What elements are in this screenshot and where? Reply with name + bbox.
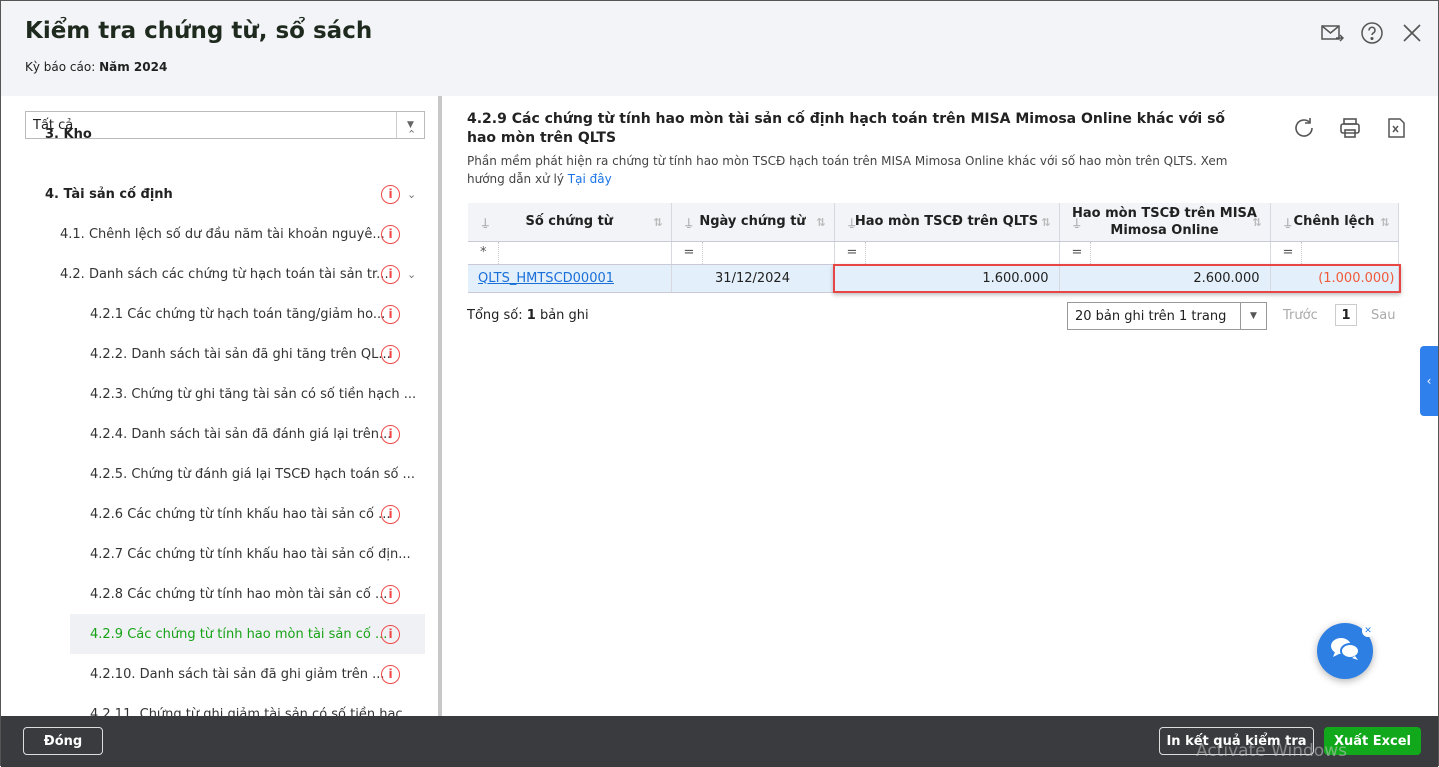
info-icon: i [381, 584, 400, 604]
sidebar-item[interactable]: 3. Kho ⌃ [45, 114, 425, 154]
sort-icon[interactable]: ⇅ [816, 214, 825, 231]
sidebar-item[interactable]: 4.2.11. Chứng từ ghi giảm tài sản có số … [90, 694, 425, 717]
sidebar-item-label: 4.2.3. Chứng từ ghi tăng tài sản có số t… [90, 386, 417, 402]
mail-forward-icon[interactable] [1320, 21, 1345, 45]
sidebar-item-label: 4.2.4. Danh sách tài sản đã đánh giá lại… [90, 426, 392, 442]
cell-date: 31/12/2024 [671, 264, 835, 293]
sidebar-item[interactable]: 4.2.1 Các chứng từ hạch toán tăng/giảm h… [90, 294, 425, 334]
filter-cell[interactable]: = [671, 241, 835, 265]
info-icon: i [381, 184, 400, 204]
close-chat-icon[interactable]: ✕ [1362, 625, 1374, 637]
sort-icon[interactable]: ⇅ [1252, 214, 1261, 231]
sort-icon[interactable]: ⇅ [653, 214, 662, 231]
chevron-down-icon[interactable]: ⌄ [407, 188, 416, 201]
sidebar-item-label: 4. Tài sản cố định [45, 186, 173, 202]
sidebar: Tất cả ▼ 3. Kho ⌃ 4. Tài sản cố định i ⌄ 4.1. … [1, 96, 438, 716]
chevron-left-icon: ‹ [1426, 374, 1432, 388]
sidebar-item[interactable]: 4. Tài sản cố định i ⌄ [45, 174, 425, 214]
chat-icon [1329, 635, 1361, 667]
pin-icon[interactable]: ⍊ [1285, 214, 1292, 231]
next-page-button[interactable]: Sau [1371, 308, 1395, 323]
column-header[interactable]: ⍊ Chênh lệch ⇅ [1270, 203, 1399, 242]
sidebar-item-label: 4.2.10. Danh sách tài sản đã ghi giảm tr… [90, 666, 385, 682]
filter-cell[interactable]: = [1270, 241, 1399, 265]
sidebar-item[interactable]: 4.2.7 Các chứng từ tính khấu hao tài sản… [90, 534, 425, 574]
voucher-link[interactable]: QLTS_HMTSCD00001 [478, 271, 614, 286]
sidebar-item[interactable]: 4.2.8 Các chứng từ tính hao mòn tài sản … [90, 574, 425, 614]
column-header[interactable]: ⍊ Ngày chứng từ ⇅ [671, 203, 835, 242]
section-description: Phần mềm phát hiện ra chứng từ tính hao … [467, 154, 1228, 186]
help-icon[interactable] [1360, 21, 1384, 45]
report-period: Kỳ báo cáo: Năm 2024 [25, 60, 168, 74]
sidebar-item[interactable]: 4.2.3. Chứng từ ghi tăng tài sản có số t… [90, 374, 425, 414]
sidebar-item-label: 4.2.7 Các chứng từ tính khấu hao tài sản… [90, 546, 411, 562]
pin-icon[interactable]: ⍊ [1074, 214, 1081, 231]
pin-icon[interactable]: ⍊ [482, 214, 489, 231]
chevron-down-icon[interactable]: ⌄ [407, 268, 416, 281]
pin-icon[interactable]: ⍊ [686, 214, 693, 231]
column-header[interactable]: ⍊ Hao mòn TSCĐ trên MISA Mimosa Online ⇅ [1059, 203, 1271, 242]
filter-cell[interactable]: * [468, 241, 672, 265]
filter-cell[interactable]: = [1059, 241, 1271, 265]
info-icon: i [381, 424, 400, 444]
info-icon: i [381, 224, 400, 244]
prev-page-button[interactable]: Trước [1283, 308, 1318, 323]
total-count: Tổng số: 1 bản ghi [467, 308, 589, 323]
sidebar-item[interactable]: 4.2.6 Các chứng từ tính khấu hao tài sản… [90, 494, 425, 534]
column-header[interactable]: ⍊ Hao mòn TSCĐ trên QLTS ⇅ [834, 203, 1060, 242]
sidebar-item[interactable]: 4.2.5. Chứng từ đánh giá lại TSCĐ hạch t… [90, 454, 425, 494]
info-icon: i [381, 624, 400, 644]
guide-link[interactable]: Tại đây [568, 172, 612, 186]
close-icon[interactable] [1400, 21, 1424, 45]
sidebar-item-label: 4.2.5. Chứng từ đánh giá lại TSCĐ hạch t… [90, 466, 415, 482]
page-number[interactable]: 1 [1335, 304, 1357, 326]
sidebar-item-label: 4.1. Chênh lệch số dư đầu năm tài khoản … [60, 226, 385, 242]
main-panel: 4.2.9 Các chứng từ tính hao mòn tài sản … [442, 96, 1438, 716]
chevron-down-icon[interactable]: ▼ [1240, 303, 1266, 329]
sidebar-item[interactable]: 4.2. Danh sách các chứng từ hạch toán tà… [60, 254, 425, 294]
chevron-up-icon[interactable]: ⌃ [407, 128, 416, 141]
column-header[interactable]: ⍊ Số chứng từ ⇅ [468, 203, 672, 242]
sidebar-item[interactable]: 4.2.2. Danh sách tài sản đã ghi tăng trê… [90, 334, 425, 374]
sidebar-item-label: 4.2.2. Danh sách tài sản đã ghi tăng trê… [90, 346, 391, 362]
sidebar-item-label: 4.2.1 Các chứng từ hạch toán tăng/giảm h… [90, 306, 386, 322]
section-title: 4.2.9 Các chứng từ tính hao mòn tài sản … [467, 111, 1226, 146]
filter-cell[interactable]: = [834, 241, 1060, 265]
info-icon: i [381, 264, 400, 284]
sort-icon[interactable]: ⇅ [1041, 214, 1050, 231]
dialog-header: Kiểm tra chứng từ, sổ sách Kỳ báo cáo: N… [1, 1, 1438, 96]
close-button[interactable]: Đóng [23, 727, 103, 755]
info-icon: i [381, 504, 400, 524]
info-icon: i [381, 664, 400, 684]
print-icon[interactable] [1338, 116, 1362, 140]
pin-icon[interactable]: ⍊ [849, 214, 856, 231]
page-size-select[interactable]: 20 bản ghi trên 1 trang ▼ [1067, 302, 1267, 330]
sidebar-item-label: 4.2.6 Các chứng từ tính khấu hao tài sản… [90, 506, 391, 522]
refresh-icon[interactable] [1292, 116, 1316, 140]
info-icon: i [381, 344, 400, 364]
sidebar-item[interactable]: 4.2.9 Các chứng từ tính hao mòn tài sản … [70, 614, 425, 654]
watermark: Activate Windows [1196, 741, 1347, 761]
sidebar-item[interactable]: 4.2.10. Danh sách tài sản đã ghi giảm tr… [90, 654, 425, 694]
sort-icon[interactable]: ⇅ [1380, 214, 1389, 231]
sidebar-item-label: 4.2.9 Các chứng từ tính hao mòn tài sản … [90, 626, 388, 642]
excel-icon[interactable] [1384, 116, 1408, 140]
sidebar-item-label: 4.2.8 Các chứng từ tính hao mòn tài sản … [90, 586, 388, 602]
sidebar-item[interactable]: 4.1. Chênh lệch số dư đầu năm tài khoản … [60, 214, 425, 254]
collapse-panel-tab[interactable]: ‹ [1420, 346, 1438, 416]
sidebar-item-label: 4.2.11. Chứng từ ghi giảm tài sản có số … [90, 706, 415, 717]
info-icon: i [381, 304, 400, 324]
dialog-title: Kiểm tra chứng từ, sổ sách [25, 18, 373, 44]
sidebar-item-label: 4.2. Danh sách các chứng từ hạch toán tà… [60, 266, 389, 282]
sidebar-item[interactable]: 4.2.4. Danh sách tài sản đã đánh giá lại… [90, 414, 425, 454]
sidebar-item-label: 3. Kho [45, 126, 92, 142]
highlight-box [833, 264, 1401, 293]
